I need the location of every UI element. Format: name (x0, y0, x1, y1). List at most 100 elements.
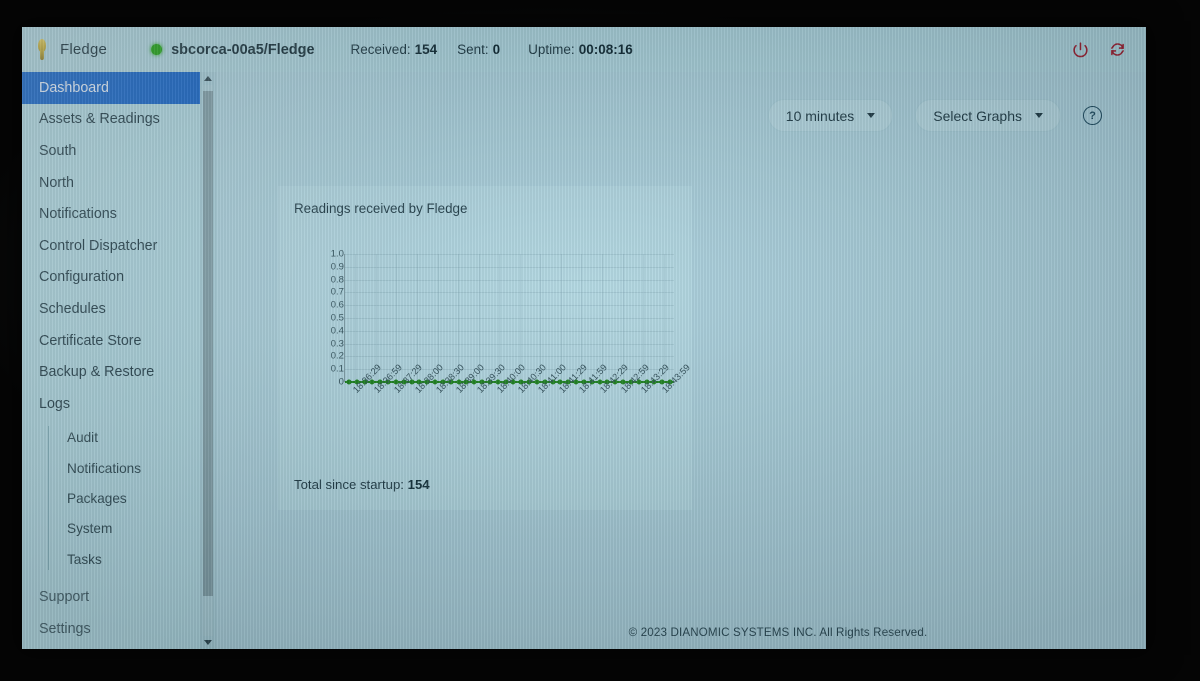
stat-sent-value: 0 (492, 42, 501, 57)
readings-line-chart: 1.0 0.9 0.8 0.7 0.6 0.5 0.4 0.3 0.2 0.1 0 18:36:29… (314, 249, 692, 395)
sidebar-subitem-label: Notifications (67, 460, 142, 476)
fledge-bird-logo-icon (36, 39, 48, 60)
gridline-h (345, 343, 674, 345)
stat-sent: Sent: 0 (457, 42, 500, 57)
sidebar-item-certificate-store[interactable]: Certificate Store (22, 325, 200, 357)
gridline-h (345, 254, 674, 255)
stat-received: Received: 154 (351, 42, 438, 57)
sidebar-item-label: Configuration (39, 269, 125, 286)
node-name: sbcorca-00a5/Fledge (171, 41, 315, 58)
gridline-h (345, 356, 674, 358)
y-tick-label: 0.6 (330, 299, 344, 311)
select-graphs-label: Select Graphs (933, 107, 1022, 124)
header-stats: Received: 154 Sent: 0 Uptime: 00:08:16 (351, 42, 633, 57)
time-range-label: 10 minutes (785, 107, 855, 124)
copyright-footer: © 2023 DIANOMIC SYSTEMS INC. All Rights … (628, 626, 928, 639)
sidebar-subitem-label: Audit (67, 430, 98, 446)
stat-sent-label: Sent: (457, 42, 489, 57)
sidebar-item-label: Certificate Store (39, 332, 142, 349)
stat-uptime: Uptime: 00:08:16 (528, 42, 633, 57)
monitor-photo: Fledge sbcorca-00a5/Fledge Received: 154 … (0, 0, 1200, 681)
gridline-h (345, 266, 674, 268)
gridline-v (355, 254, 357, 382)
dashboard-toolbar: 10 minutes Select Graphs ? (767, 99, 1102, 132)
y-tick-label: 0.1 (330, 363, 344, 375)
y-tick-label: 1.0 (330, 248, 344, 260)
readings-chart-card: Readings received by Fledge 1.0 0.9 0.8 0.7… (278, 186, 692, 510)
y-tick-label: 0.3 (330, 338, 344, 350)
refresh-icon[interactable] (1109, 41, 1126, 58)
help-glyph: ? (1089, 109, 1096, 122)
sidebar-item-label: North (39, 174, 74, 191)
sidebar-subitem-tasks[interactable]: Tasks (49, 544, 200, 574)
scroll-up-arrow-icon[interactable] (204, 76, 212, 81)
sidebar-subitem-label: Tasks (67, 551, 102, 567)
sidebar-subitem-label: System (67, 521, 113, 537)
stat-uptime-value: 00:08:16 (578, 42, 633, 57)
sidebar-item-label: Logs (39, 395, 71, 412)
sidebar-item-assets-readings[interactable]: Assets & Readings (22, 104, 200, 136)
y-tick-label: 0.4 (330, 325, 344, 337)
sidebar-logs-submenu: Audit Notifications Packages System Task… (22, 423, 200, 575)
sidebar-item-logs[interactable]: Logs (22, 388, 200, 420)
sidebar-item-south[interactable]: South (22, 135, 200, 167)
brand-area[interactable]: Fledge (22, 39, 107, 60)
stat-received-label: Received: (350, 42, 411, 57)
scroll-down-arrow-icon[interactable] (204, 640, 212, 645)
sidebar-item-label: Notifications (39, 206, 117, 223)
status-dot-online-icon (151, 44, 163, 55)
fledge-dashboard-screen: Fledge sbcorca-00a5/Fledge Received: 154 … (22, 27, 1146, 649)
gridline-h (345, 292, 674, 294)
node-status[interactable]: sbcorca-00a5/Fledge (151, 41, 315, 58)
sidebar-item-label: Assets & Readings (39, 111, 160, 128)
sidebar-item-north[interactable]: North (22, 167, 200, 199)
sidebar-item-label: Backup & Restore (39, 364, 155, 381)
chevron-down-icon (1035, 113, 1043, 118)
select-graphs-dropdown[interactable]: Select Graphs (915, 99, 1061, 132)
sidebar-item-dashboard[interactable]: Dashboard (22, 72, 210, 104)
gridline-h (345, 318, 674, 319)
header-actions (1072, 41, 1146, 58)
stat-uptime-label: Uptime: (528, 42, 575, 57)
chart-title: Readings received by Fledge (294, 201, 468, 216)
sidebar-subitem-audit[interactable]: Audit (49, 423, 200, 453)
help-icon[interactable]: ? (1083, 106, 1102, 125)
scrollbar-thumb[interactable] (203, 91, 213, 596)
power-icon[interactable] (1072, 41, 1089, 58)
main-content: 10 minutes Select Graphs ? Readings rece… (216, 72, 1146, 649)
sidebar-item-label: Dashboard (39, 79, 109, 96)
sidebar-scrollbar[interactable] (200, 72, 216, 649)
app-header: Fledge sbcorca-00a5/Fledge Received: 154 … (22, 27, 1146, 72)
chevron-down-icon (867, 113, 876, 118)
sidebar-item-label: Schedules (39, 300, 106, 317)
sidebar-item-schedules[interactable]: Schedules (22, 293, 200, 325)
y-tick-label: 0.5 (330, 312, 344, 324)
sidebar-nav: Dashboard Assets & Readings South North … (22, 72, 210, 649)
gridline-h (345, 279, 674, 281)
sidebar-subitem-label: Packages (67, 491, 127, 506)
y-tick-label: 0.9 (330, 261, 344, 273)
y-axis-ticks: 1.0 0.9 0.8 0.7 0.6 0.5 0.4 0.3 0.2 0.1 0 (314, 249, 344, 388)
time-range-dropdown[interactable]: 10 minutes (767, 99, 894, 132)
sidebar-item-configuration[interactable]: Configuration (22, 262, 200, 294)
sidebar-item-label: Control Dispatcher (39, 237, 158, 254)
sidebar-subitem-notifications[interactable]: Notifications (49, 453, 200, 483)
sidebar-list: Dashboard Assets & Readings South North … (22, 72, 210, 645)
sidebar-subitem-system[interactable]: System (49, 514, 200, 544)
y-tick-label: 0.8 (330, 274, 344, 286)
sidebar-item-control-dispatcher[interactable]: Control Dispatcher (22, 230, 200, 262)
sidebar-subitem-packages[interactable]: Packages (49, 483, 200, 513)
sidebar-footer-group: Support Settings (22, 581, 200, 644)
sidebar-item-notifications[interactable]: Notifications (22, 198, 200, 230)
brand-title: Fledge (60, 41, 108, 58)
data-point (346, 379, 352, 385)
sidebar-item-settings[interactable]: Settings (22, 613, 200, 645)
sidebar-item-label: Settings (39, 620, 91, 637)
y-tick-label: 0.7 (330, 286, 344, 298)
total-value: 154 (407, 477, 430, 492)
gridline-h (345, 305, 674, 307)
sidebar-item-support[interactable]: Support (22, 581, 200, 613)
sidebar-item-backup-restore[interactable]: Backup & Restore (22, 356, 200, 388)
gridline-h (345, 330, 674, 332)
total-since-startup: Total since startup: 154 (294, 477, 430, 492)
